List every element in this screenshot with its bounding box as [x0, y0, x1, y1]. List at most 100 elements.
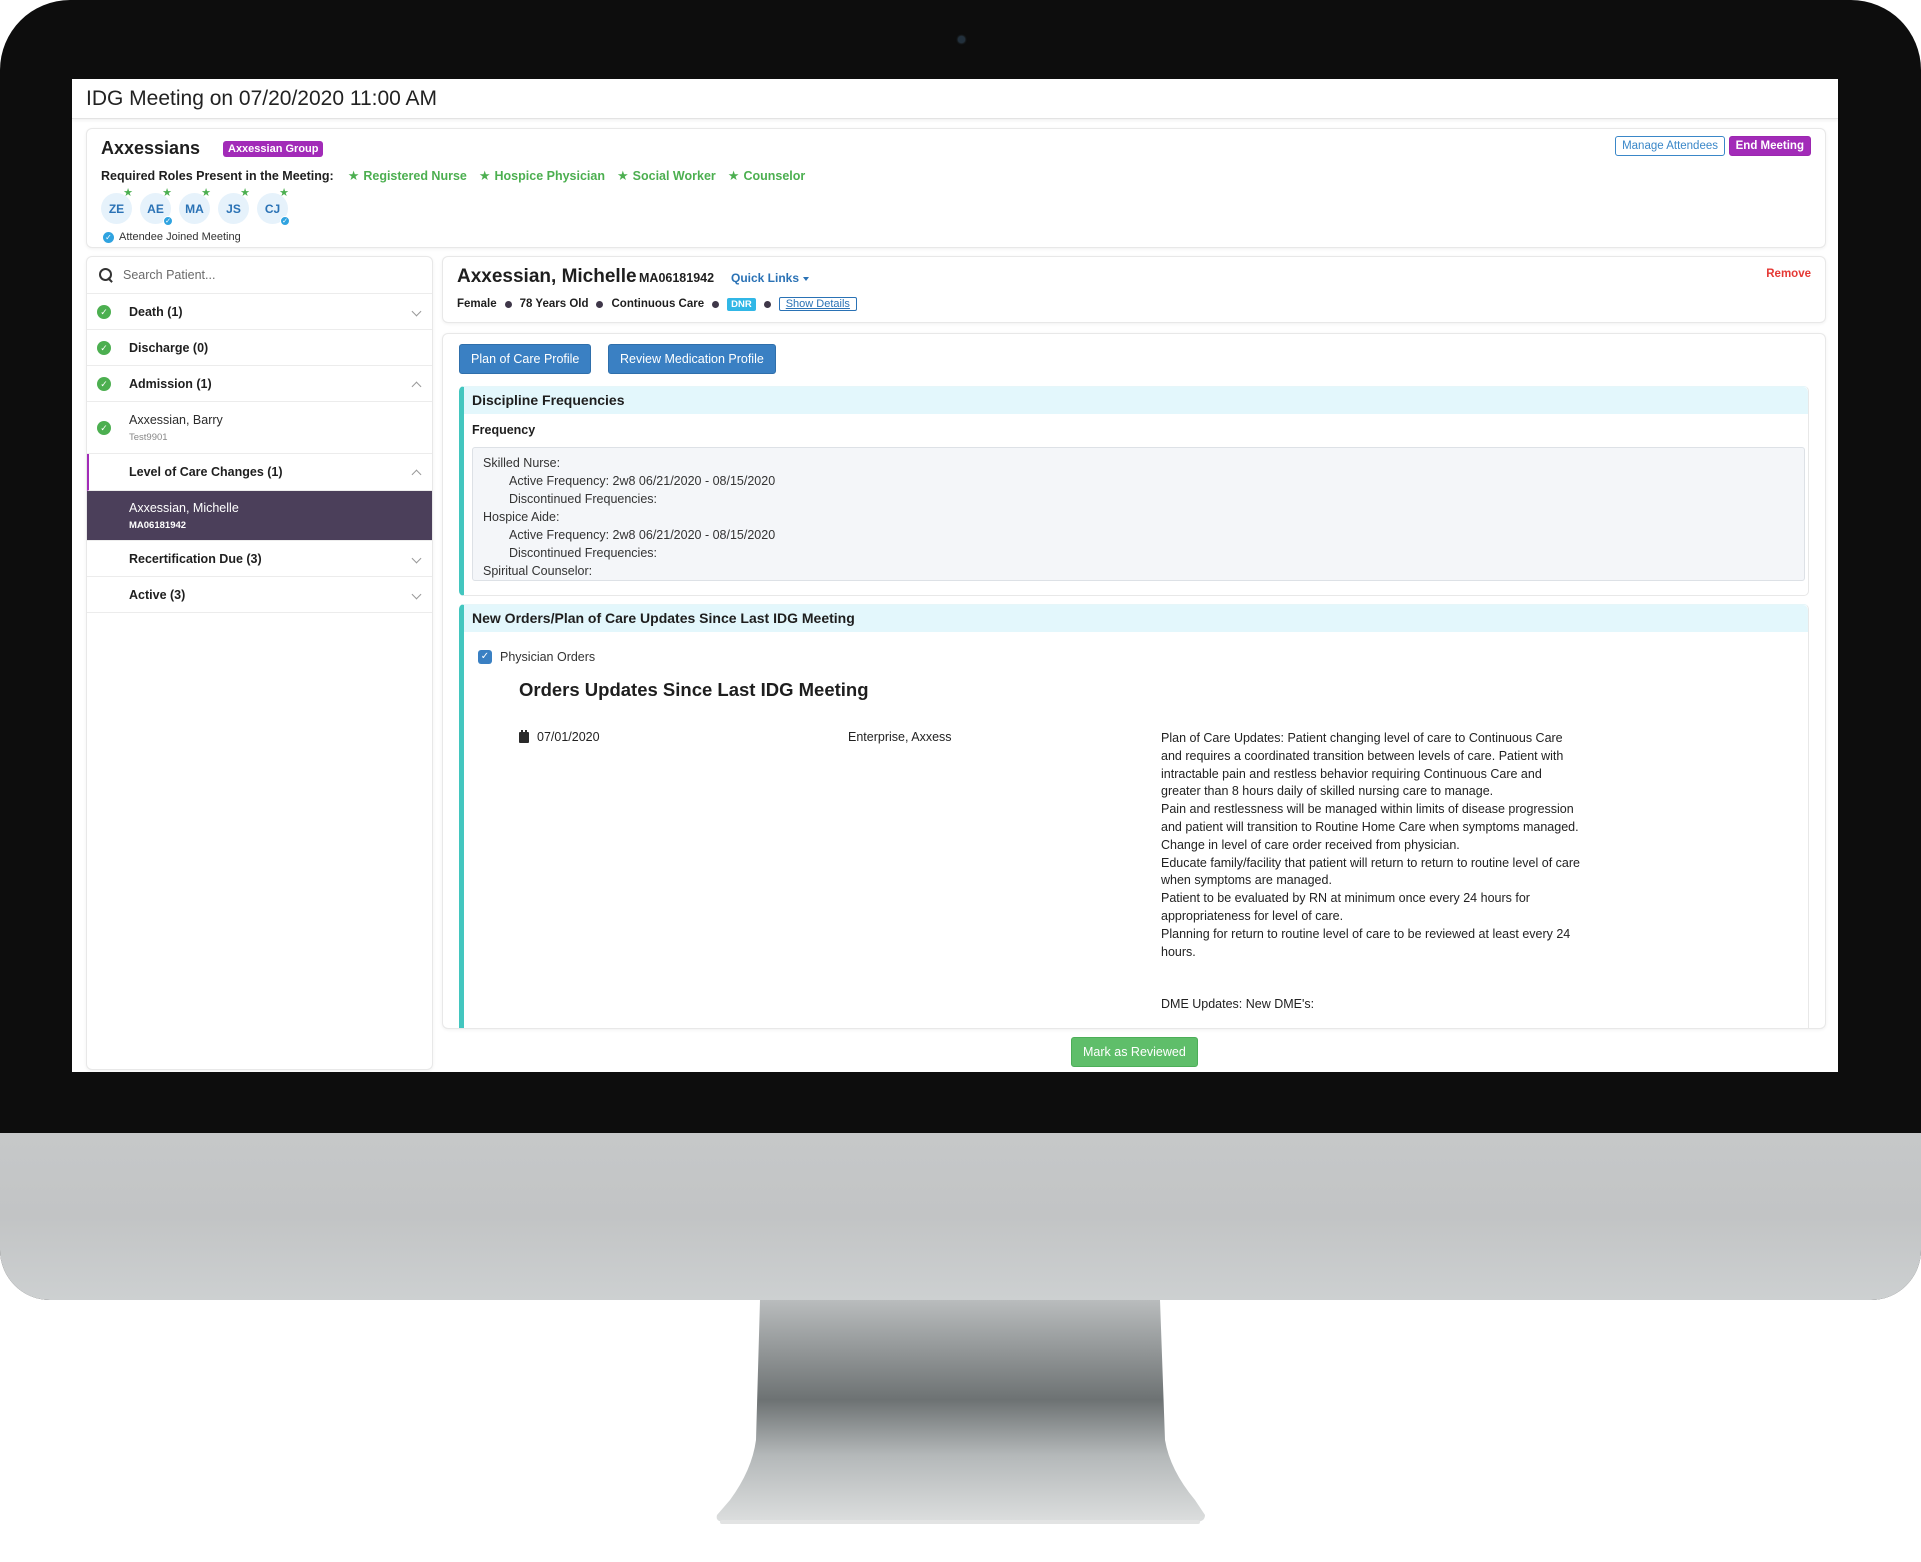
chevron-down-icon — [411, 553, 422, 563]
patient-meta: Female 78 Years Old Continuous Care DNR … — [457, 297, 857, 311]
attendee-avatars: ZE ★ AE ★ ✓ MA ★ JS ★ CJ ★ ✓ — [101, 187, 290, 226]
chevron-up-icon — [411, 469, 422, 480]
frequency-line: Spiritual Counselor: — [483, 564, 593, 578]
patient-name: Axxessian, Michelle — [457, 266, 637, 287]
checkbox-checked-icon[interactable]: ✓ — [478, 650, 492, 664]
sidebar-patient-item-selected[interactable]: Axxessian, Michelle MA06181942 — [87, 491, 432, 541]
calendar-icon — [519, 729, 529, 743]
check-icon: ✓ — [163, 216, 173, 226]
show-details-button[interactable]: Show Details — [778, 297, 857, 311]
orders-updates-section: New Orders/Plan of Care Updates Since La… — [459, 604, 1809, 1028]
patient-mrn: MA06181942 — [639, 271, 715, 285]
frequency-box: Skilled Nurse: Active Frequency: 2w8 06/… — [472, 447, 1805, 581]
frequency-line: Skilled Nurse: — [483, 456, 561, 470]
page-header: IDG Meeting on 07/20/2020 11:00 AM — [72, 79, 1838, 119]
frequency-line: Discontinued Frequencies: — [509, 492, 657, 506]
physician-orders-checkbox-row[interactable]: ✓ Physician Orders — [478, 650, 595, 664]
avatar[interactable]: ZE ★ — [101, 187, 133, 224]
role-counselor: ★ Counselor — [727, 168, 806, 183]
order-note: Change in level of care order received f… — [1161, 837, 1460, 852]
separator-dot — [712, 300, 720, 308]
check-circle-icon: ✓ — [97, 420, 111, 435]
camera-icon — [958, 36, 965, 43]
caret-down-icon — [803, 276, 810, 281]
orders-heading: Orders Updates Since Last IDG Meeting — [519, 679, 869, 700]
separator-dot — [504, 300, 512, 308]
check-circle-icon: ✓ — [97, 376, 111, 391]
required-roles: Required Roles Present in the Meeting: ★… — [101, 168, 805, 184]
order-author: Enterprise, Axxess — [848, 730, 952, 744]
sidebar-patient-item[interactable]: ✓ Axxessian, Barry Test9901 — [87, 402, 432, 454]
order-note: Plan of Care Updates: Patient changing l… — [1161, 731, 1564, 799]
order-notes: Plan of Care Updates: Patient changing l… — [1161, 730, 1581, 1014]
separator-dot — [596, 300, 604, 308]
order-date: 07/01/2020 — [519, 729, 600, 744]
plan-of-care-profile-button[interactable]: Plan of Care Profile — [459, 344, 592, 374]
order-note: Pain and restlessness will be managed wi… — [1161, 802, 1579, 834]
patient-sidebar: ✓ Death (1) ✓ Discharge (0) ✓ Admission … — [86, 256, 433, 1070]
avatar[interactable]: MA ★ — [179, 187, 211, 224]
star-icon: ★ — [478, 168, 491, 183]
sidebar-group-active[interactable]: Active (3) — [87, 577, 432, 613]
group-badge: Axxessian Group — [223, 141, 324, 157]
monitor-chin — [0, 1133, 1921, 1300]
sidebar-group-discharge[interactable]: ✓ Discharge (0) — [87, 330, 432, 366]
app-screen: IDG Meeting on 07/20/2020 11:00 AM Axxes… — [72, 79, 1838, 1072]
avatar[interactable]: CJ ★ ✓ — [257, 187, 290, 226]
search-patient-input[interactable] — [123, 268, 383, 282]
avatar[interactable]: JS ★ — [218, 187, 250, 224]
roles-label: Required Roles Present in the Meeting: — [101, 169, 334, 183]
manage-attendees-button[interactable]: Manage Attendees — [1615, 136, 1725, 156]
star-icon: ★ — [123, 187, 133, 199]
order-note: Educate family/facility that patient wil… — [1161, 855, 1580, 888]
patient-gender: Female — [457, 298, 497, 310]
star-icon: ★ — [162, 187, 172, 199]
dme-updates: DME Updates: New DME's: — [1161, 997, 1315, 1012]
frequency-label: Frequency — [472, 423, 536, 437]
star-icon: ★ — [347, 168, 360, 183]
meeting-info-card: Axxessians Axxessian Group Required Role… — [86, 128, 1826, 248]
check-circle-icon: ✓ — [97, 340, 111, 355]
remove-link[interactable]: Remove — [1766, 268, 1811, 280]
avatar[interactable]: AE ★ ✓ — [140, 187, 173, 226]
quick-links-dropdown[interactable]: Quick Links — [731, 271, 810, 285]
star-icon: ★ — [727, 168, 740, 183]
role-social-worker: ★ Social Worker — [616, 168, 716, 183]
chevron-up-icon — [411, 381, 422, 391]
order-note: Planning for return to routine level of … — [1161, 926, 1571, 959]
role-hospice-physician: ★ Hospice Physician — [478, 168, 605, 183]
patient-review-panel: Plan of Care Profile Review Medication P… — [442, 333, 1826, 1029]
sidebar-group-recertification-due[interactable]: Recertification Due (3) — [87, 541, 432, 577]
star-icon: ★ — [279, 187, 289, 199]
end-meeting-button[interactable]: End Meeting — [1728, 136, 1811, 156]
mark-as-reviewed-button[interactable]: Mark as Reviewed — [1071, 1037, 1198, 1067]
check-circle-icon: ✓ — [103, 231, 114, 243]
star-icon: ★ — [616, 168, 629, 183]
sidebar-group-death[interactable]: ✓ Death (1) — [87, 294, 432, 330]
sidebar-group-admission[interactable]: ✓ Admission (1) — [87, 366, 432, 402]
frequency-line: Hospice Aide: — [483, 510, 560, 524]
section-title: New Orders/Plan of Care Updates Since La… — [464, 605, 1808, 632]
order-note: Patient to be evaluated by RN at minimum… — [1161, 891, 1530, 923]
patient-age: 78 Years Old — [519, 298, 589, 310]
patient-header-card: Axxessian, Michelle MA06181942 Quick Lin… — [442, 256, 1826, 323]
frequency-line: Active Frequency: 2w8 06/21/2020 - 08/15… — [509, 474, 776, 488]
separator-dot — [763, 300, 771, 308]
physician-orders-label: Physician Orders — [500, 650, 596, 664]
joined-legend: ✓ Attendee Joined Meeting — [103, 231, 241, 243]
star-icon: ★ — [201, 187, 211, 199]
discipline-frequencies-section: Discipline Frequencies Frequency Skilled… — [459, 386, 1809, 596]
group-name: Axxessians — [101, 138, 201, 158]
monitor-stand — [716, 1300, 1205, 1524]
search-row — [87, 257, 432, 294]
patient-level-of-care: Continuous Care — [611, 298, 705, 310]
page-title: IDG Meeting on 07/20/2020 11:00 AM — [86, 87, 438, 110]
review-medication-profile-button[interactable]: Review Medication Profile — [608, 344, 776, 374]
search-icon — [99, 268, 113, 282]
dnr-badge: DNR — [727, 297, 756, 311]
role-registered-nurse: ★ Registered Nurse — [347, 168, 467, 183]
chevron-down-icon — [411, 589, 422, 599]
sidebar-group-level-of-care-changes[interactable]: Level of Care Changes (1) — [87, 454, 432, 491]
check-icon: ✓ — [280, 216, 290, 226]
section-title: Discipline Frequencies — [464, 387, 1808, 414]
